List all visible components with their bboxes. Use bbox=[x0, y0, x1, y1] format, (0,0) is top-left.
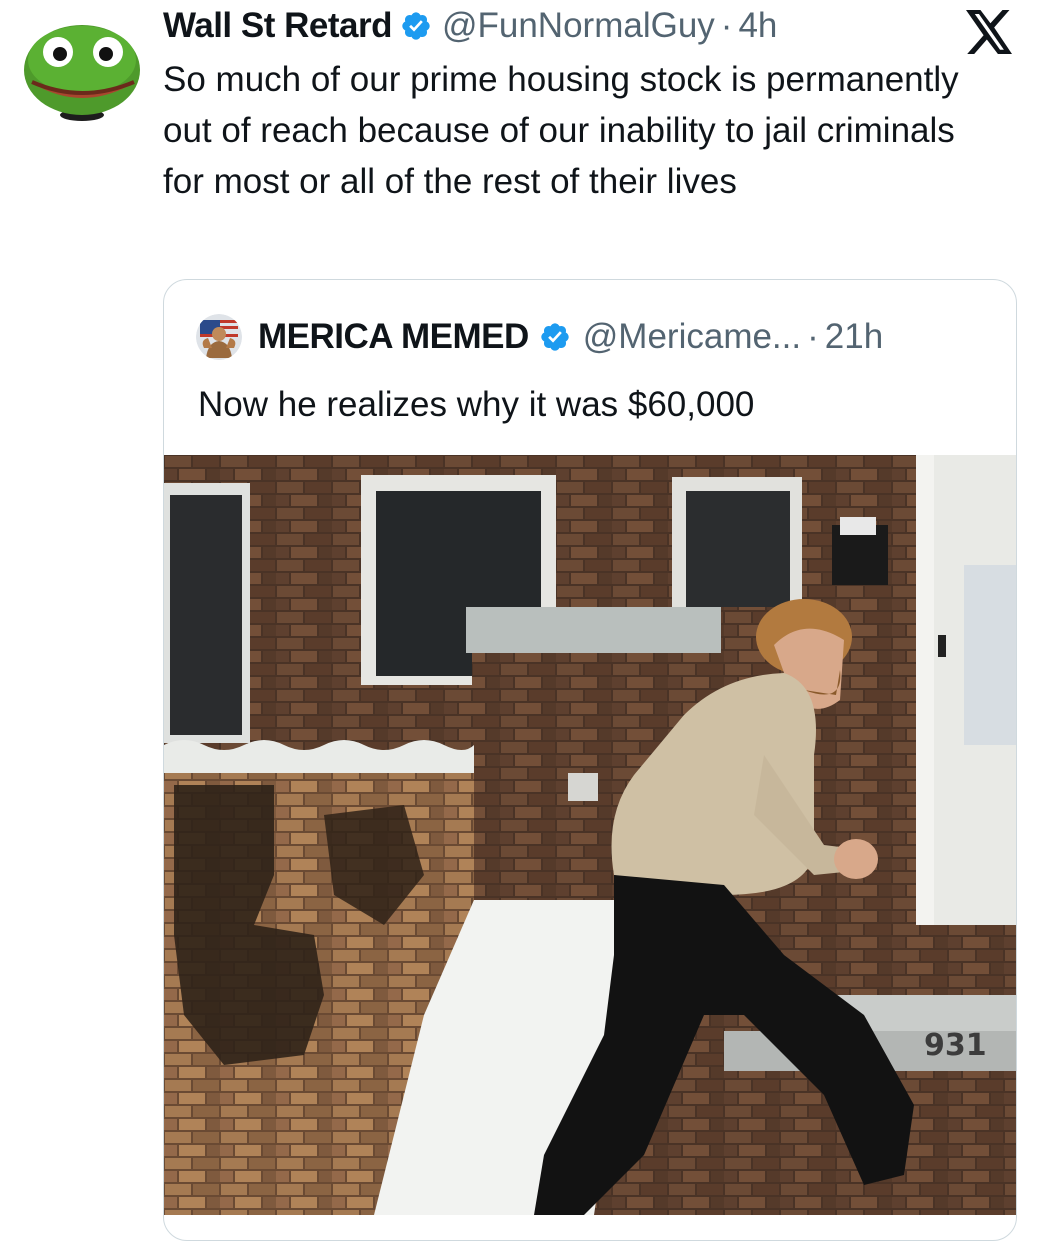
quoted-tweet-text: Now he realizes why it was $60,000 bbox=[198, 385, 755, 424]
patriot-avatar-icon[interactable] bbox=[196, 314, 242, 360]
quoted-tweet-card[interactable]: MERICA MEMED @Mericame... · 21h Now he r… bbox=[163, 279, 1017, 1241]
author-name[interactable]: Wall St Retard bbox=[163, 6, 392, 46]
meta-separator: · bbox=[807, 317, 819, 356]
author-handle[interactable]: @FunNormalGuy bbox=[442, 6, 715, 46]
house-number-text: 931 bbox=[924, 1028, 987, 1063]
tweet-text: So much of our prime housing stock is pe… bbox=[163, 60, 959, 201]
meta-separator: · bbox=[720, 6, 733, 45]
verified-badge-icon[interactable] bbox=[539, 321, 571, 353]
quoted-author-handle[interactable]: @Mericame... bbox=[583, 317, 801, 357]
quoted-tweet-header: MERICA MEMED @Mericame... · 21h bbox=[196, 314, 883, 360]
video-still-image[interactable]: 931 bbox=[164, 455, 1016, 1215]
quoted-tweet-time[interactable]: 21h bbox=[825, 317, 883, 357]
tweet-header: Wall St Retard @FunNormalGuy · 4h bbox=[163, 6, 777, 46]
pepe-avatar-icon[interactable] bbox=[22, 12, 144, 122]
verified-badge-icon[interactable] bbox=[400, 10, 432, 42]
quoted-author-name[interactable]: MERICA MEMED bbox=[258, 317, 529, 357]
x-logo-icon[interactable] bbox=[966, 10, 1014, 54]
tweet-time[interactable]: 4h bbox=[738, 6, 777, 46]
